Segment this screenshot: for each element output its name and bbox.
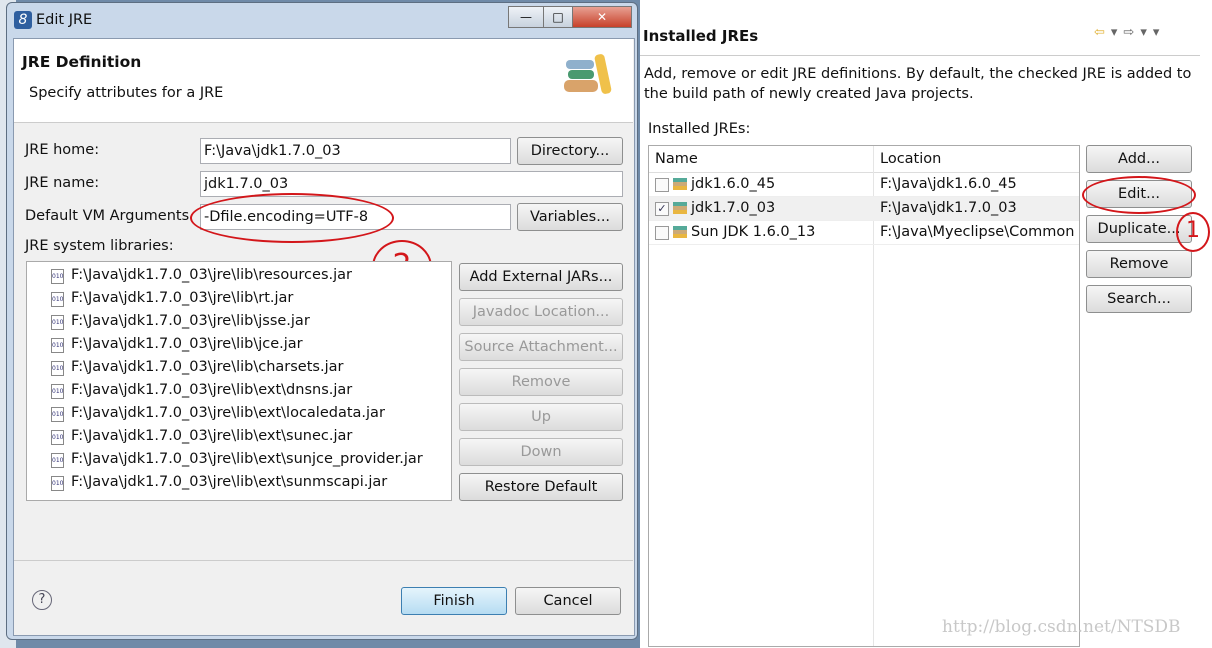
description: Add, remove or edit JRE definitions. By … (644, 66, 1192, 102)
up-button[interactable]: Up (459, 403, 623, 431)
jre-table[interactable]: Name Location jdk1.6.0_45 F:\Java\jdk1.6.… (648, 145, 1080, 647)
table-row[interactable]: Sun JDK 1.6.0_13 F:\Java\Myeclipse\Common (649, 221, 1079, 245)
annotation-circle-vm-args (190, 193, 394, 243)
library-path: F:\Java\jdk1.7.0_03\jre\lib\ext\dnsns.ja… (71, 382, 353, 398)
vm-args-label: Default VM Arguments (25, 208, 190, 224)
jar-icon: 010 (51, 476, 64, 491)
libs-label: JRE system libraries: (25, 238, 174, 254)
search-button[interactable]: Search... (1086, 285, 1192, 313)
jre-location: F:\Java\jdk1.7.0_03 (880, 200, 1017, 216)
window-controls: — □ ✕ (508, 6, 632, 28)
jre-location: F:\Java\jdk1.6.0_45 (880, 176, 1017, 192)
jre-location: F:\Java\Myeclipse\Common (880, 224, 1075, 240)
jre-name: jdk1.6.0_45 (691, 176, 776, 192)
table-label: Installed JREs: (648, 121, 751, 137)
jar-icon: 010 (51, 407, 64, 422)
divider (640, 55, 1200, 56)
library-path: F:\Java\jdk1.7.0_03\jre\lib\resources.ja… (71, 267, 352, 283)
header-subtitle: Specify attributes for a JRE (29, 85, 224, 101)
library-item[interactable]: 010 F:\Java\jdk1.7.0_03\jre\lib\ext\dnsns… (27, 379, 451, 402)
jar-icon: 010 (51, 292, 64, 307)
watermark: http://blog.csdn.net/NTSDB (942, 617, 1181, 637)
library-path: F:\Java\jdk1.7.0_03\jre\lib\rt.jar (71, 290, 294, 306)
remove-button[interactable]: Remove (1086, 250, 1192, 278)
restore-default-button[interactable]: Restore Default (459, 473, 623, 501)
annotation-number-1: 1 (1176, 212, 1210, 252)
remove-lib-button[interactable]: Remove (459, 368, 623, 396)
add-external-jars-button[interactable]: Add External JARs... (459, 263, 623, 291)
divider (14, 560, 633, 561)
library-item[interactable]: 010 F:\Java\jdk1.7.0_03\jre\lib\ext\sunec… (27, 425, 451, 448)
library-path: F:\Java\jdk1.7.0_03\jre\lib\ext\sunjce_p… (71, 451, 423, 467)
javadoc-location-button[interactable]: Javadoc Location... (459, 298, 623, 326)
libraries-list[interactable]: 010 F:\Java\jdk1.7.0_03\jre\lib\resources… (26, 261, 452, 501)
jre-name-label: JRE name: (25, 175, 100, 191)
dialog-title: Edit JRE (36, 12, 93, 28)
back-arrow-icon[interactable]: ⇦ (1094, 25, 1111, 40)
library-path: F:\Java\jdk1.7.0_03\jre\lib\jsse.jar (71, 313, 310, 329)
source-attachment-button[interactable]: Source Attachment... (459, 333, 623, 361)
page-title: Installed JREs (643, 27, 759, 45)
annotation-circle-edit (1082, 176, 1196, 214)
eclipse-icon: 8 (14, 11, 32, 29)
jar-icon: 010 (51, 384, 64, 399)
library-item[interactable]: 010 F:\Java\jdk1.7.0_03\jre\lib\jce.jar (27, 333, 451, 356)
jar-icon: 010 (51, 453, 64, 468)
jar-icon: 010 (51, 269, 64, 284)
jar-icon: 010 (51, 430, 64, 445)
library-item[interactable]: 010 F:\Java\jdk1.7.0_03\jre\lib\ext\sunms… (27, 471, 451, 494)
help-icon[interactable]: ? (32, 590, 52, 610)
library-item[interactable]: 010 F:\Java\jdk1.7.0_03\jre\lib\ext\local… (27, 402, 451, 425)
library-item[interactable]: 010 F:\Java\jdk1.7.0_03\jre\lib\resources… (27, 264, 451, 287)
checkbox[interactable] (655, 226, 669, 240)
jre-name: jdk1.7.0_03 (691, 200, 776, 216)
library-item[interactable]: 010 F:\Java\jdk1.7.0_03\jre\lib\charsets.… (27, 356, 451, 379)
down-button[interactable]: Down (459, 438, 623, 466)
books-icon (564, 54, 612, 94)
jre-icon (673, 178, 687, 190)
history-nav[interactable]: ⇦▾⇨▾▾ (1094, 25, 1165, 40)
library-item[interactable]: 010 F:\Java\jdk1.7.0_03\jre\lib\ext\sunjc… (27, 448, 451, 471)
jre-name: Sun JDK 1.6.0_13 (691, 224, 816, 240)
variables-button[interactable]: Variables... (517, 203, 623, 231)
jre-home-input[interactable]: F:\Java\jdk1.7.0_03 (200, 138, 511, 164)
close-button[interactable]: ✕ (572, 6, 632, 28)
column-name[interactable]: Name (649, 146, 873, 173)
add-button[interactable]: Add... (1086, 145, 1192, 173)
dialog-header (14, 39, 633, 123)
library-item[interactable]: 010 F:\Java\jdk1.7.0_03\jre\lib\rt.jar (27, 287, 451, 310)
column-location[interactable]: Location (874, 146, 1079, 173)
library-path: F:\Java\jdk1.7.0_03\jre\lib\ext\sunmscap… (71, 474, 388, 490)
table-row[interactable]: jdk1.6.0_45 F:\Java\jdk1.6.0_45 (649, 173, 1079, 197)
library-path: F:\Java\jdk1.7.0_03\jre\lib\jce.jar (71, 336, 303, 352)
jar-icon: 010 (51, 338, 64, 353)
library-item[interactable]: 010 F:\Java\jdk1.7.0_03\jre\lib\jsse.jar (27, 310, 451, 333)
jre-icon (673, 202, 687, 214)
minimize-button[interactable]: — (508, 6, 544, 28)
cancel-button[interactable]: Cancel (515, 587, 621, 615)
header-title: JRE Definition (22, 53, 142, 71)
checkbox[interactable] (655, 178, 669, 192)
library-path: F:\Java\jdk1.7.0_03\jre\lib\ext\sunec.ja… (71, 428, 353, 444)
checkbox-checked[interactable]: ✓ (655, 202, 669, 216)
jar-icon: 010 (51, 315, 64, 330)
maximize-button[interactable]: □ (543, 6, 573, 28)
library-path: F:\Java\jdk1.7.0_03\jre\lib\charsets.jar (71, 359, 344, 375)
jre-icon (673, 226, 687, 238)
jar-icon: 010 (51, 361, 64, 376)
jre-home-label: JRE home: (25, 142, 100, 158)
directory-button[interactable]: Directory... (517, 137, 623, 165)
table-row[interactable]: ✓ jdk1.7.0_03 F:\Java\jdk1.7.0_03 (649, 197, 1079, 221)
finish-button[interactable]: Finish (401, 587, 507, 615)
library-path: F:\Java\jdk1.7.0_03\jre\lib\ext\localeda… (71, 405, 385, 421)
